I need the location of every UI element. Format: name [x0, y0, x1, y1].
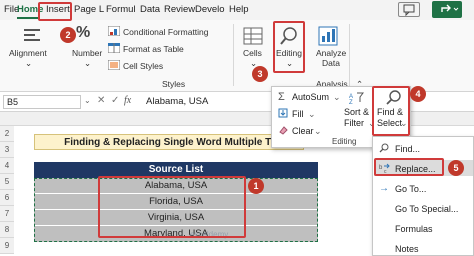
row-number[interactable]: 7: [0, 206, 14, 222]
sort-filter-label-1[interactable]: Sort &: [344, 107, 369, 117]
alignment-icon: [24, 29, 40, 41]
sort-filter-label-2[interactable]: Filter: [344, 118, 364, 128]
tab-data[interactable]: Data: [140, 4, 160, 15]
check-icon[interactable]: ✓: [111, 95, 119, 106]
ribbon-divider: [233, 24, 234, 86]
alignment-label: Alignment: [9, 48, 47, 58]
chevron-down-icon[interactable]: ⌄: [25, 58, 32, 69]
comment-icon: [403, 4, 415, 17]
analyze-data-label-1: Analyze: [316, 48, 347, 58]
name-box[interactable]: B5: [3, 95, 81, 109]
conditional-formatting-button[interactable]: [107, 25, 121, 38]
find-select-menu: Find... bc Replace... → Go To... Go To S…: [372, 136, 474, 256]
analyze-data-label-2: Data: [322, 58, 340, 68]
sigma-icon[interactable]: Σ: [278, 91, 285, 103]
editing-group-label: Editing: [332, 137, 357, 146]
table-icon: [107, 42, 121, 54]
share-icon: [441, 4, 459, 12]
row-number[interactable]: 2: [0, 126, 14, 142]
ribbon-divider: [349, 24, 350, 86]
editing-button-highlight: [273, 21, 305, 73]
row-number[interactable]: 3: [0, 142, 14, 158]
go-to-menu-item[interactable]: Go To...: [395, 184, 426, 194]
step-badge-5: 5: [448, 160, 464, 176]
excel-window: { "menu": { "tabs": ["File", "Home", "In…: [0, 0, 474, 256]
sheet-title[interactable]: Finding & Replacing Single Word Multiple…: [34, 134, 304, 150]
autosum-button[interactable]: AutoSum: [292, 92, 329, 102]
cell-styles-label[interactable]: Cell Styles: [123, 61, 163, 71]
row-number[interactable]: 4: [0, 158, 14, 174]
format-as-table-label[interactable]: Format as Table: [123, 44, 184, 54]
home-tab-highlight: [38, 2, 72, 21]
active-tab-indicator: [17, 17, 39, 19]
chevron-down-icon[interactable]: ⌄: [308, 109, 316, 120]
conditional-formatting-icon: [107, 25, 121, 37]
tab-formulas[interactable]: Formul: [106, 4, 136, 15]
conditional-formatting-label[interactable]: Conditional Formatting: [123, 27, 209, 37]
row-number[interactable]: 6: [0, 190, 14, 206]
eraser-icon[interactable]: [278, 125, 288, 135]
cells-icon: [243, 27, 263, 45]
chevron-down-icon[interactable]: ⌄: [314, 126, 322, 137]
styles-group-label: Styles: [162, 79, 186, 89]
cancel-icon[interactable]: ✕: [97, 95, 105, 106]
step-badge-1: 1: [248, 178, 264, 194]
tab-developer[interactable]: Develo: [195, 4, 225, 15]
sort-filter-icon[interactable]: AZ: [348, 91, 366, 105]
share-button[interactable]: [432, 1, 462, 18]
row-number[interactable]: 9: [0, 238, 14, 254]
tab-page-layout[interactable]: Page L: [74, 4, 104, 15]
step-badge-4: 4: [410, 86, 426, 102]
format-as-table-button[interactable]: [107, 42, 121, 55]
row-number[interactable]: 5: [0, 174, 14, 190]
name-box-dropdown-icon[interactable]: ⌄: [84, 96, 91, 105]
analyze-data-button[interactable]: [318, 26, 338, 48]
insert-function-icon[interactable]: fx: [124, 95, 131, 106]
comments-button[interactable]: [398, 2, 420, 17]
selection-highlight-box: [98, 176, 246, 238]
chevron-down-icon[interactable]: ⌄: [84, 58, 91, 69]
tab-help[interactable]: Help: [229, 4, 249, 15]
find-icon: [379, 143, 389, 153]
cell-styles-icon: [107, 59, 121, 71]
svg-text:Z: Z: [349, 100, 353, 105]
go-to-special-menu-item[interactable]: Go To Special...: [395, 204, 458, 214]
cells-label: Cells: [243, 48, 262, 58]
formula-value[interactable]: Alabama, USA: [146, 96, 208, 107]
find-menu-item[interactable]: Find...: [395, 144, 420, 154]
cell-styles-button[interactable]: [107, 59, 121, 72]
number-label: Number: [72, 48, 103, 58]
fill-button[interactable]: Fill: [292, 109, 304, 119]
go-to-icon: →: [379, 183, 389, 194]
replace-highlight-box: [374, 158, 444, 176]
cells-button[interactable]: [243, 26, 263, 48]
alignment-button[interactable]: [22, 26, 44, 48]
find-select-highlight: [372, 86, 410, 136]
tab-review[interactable]: Review: [164, 4, 195, 15]
row-number[interactable]: 8: [0, 222, 14, 238]
step-badge-3: 3: [252, 66, 268, 82]
step-badge-2: 2: [60, 27, 76, 43]
notes-menu-item[interactable]: Notes: [395, 244, 419, 254]
clear-button[interactable]: Clear: [292, 126, 314, 136]
fill-down-icon[interactable]: [278, 108, 288, 118]
analyze-data-icon: [318, 26, 338, 46]
chevron-down-icon[interactable]: ⌄: [333, 92, 341, 103]
formulas-menu-item[interactable]: Formulas: [395, 224, 433, 234]
percent-icon[interactable]: %: [76, 24, 90, 42]
